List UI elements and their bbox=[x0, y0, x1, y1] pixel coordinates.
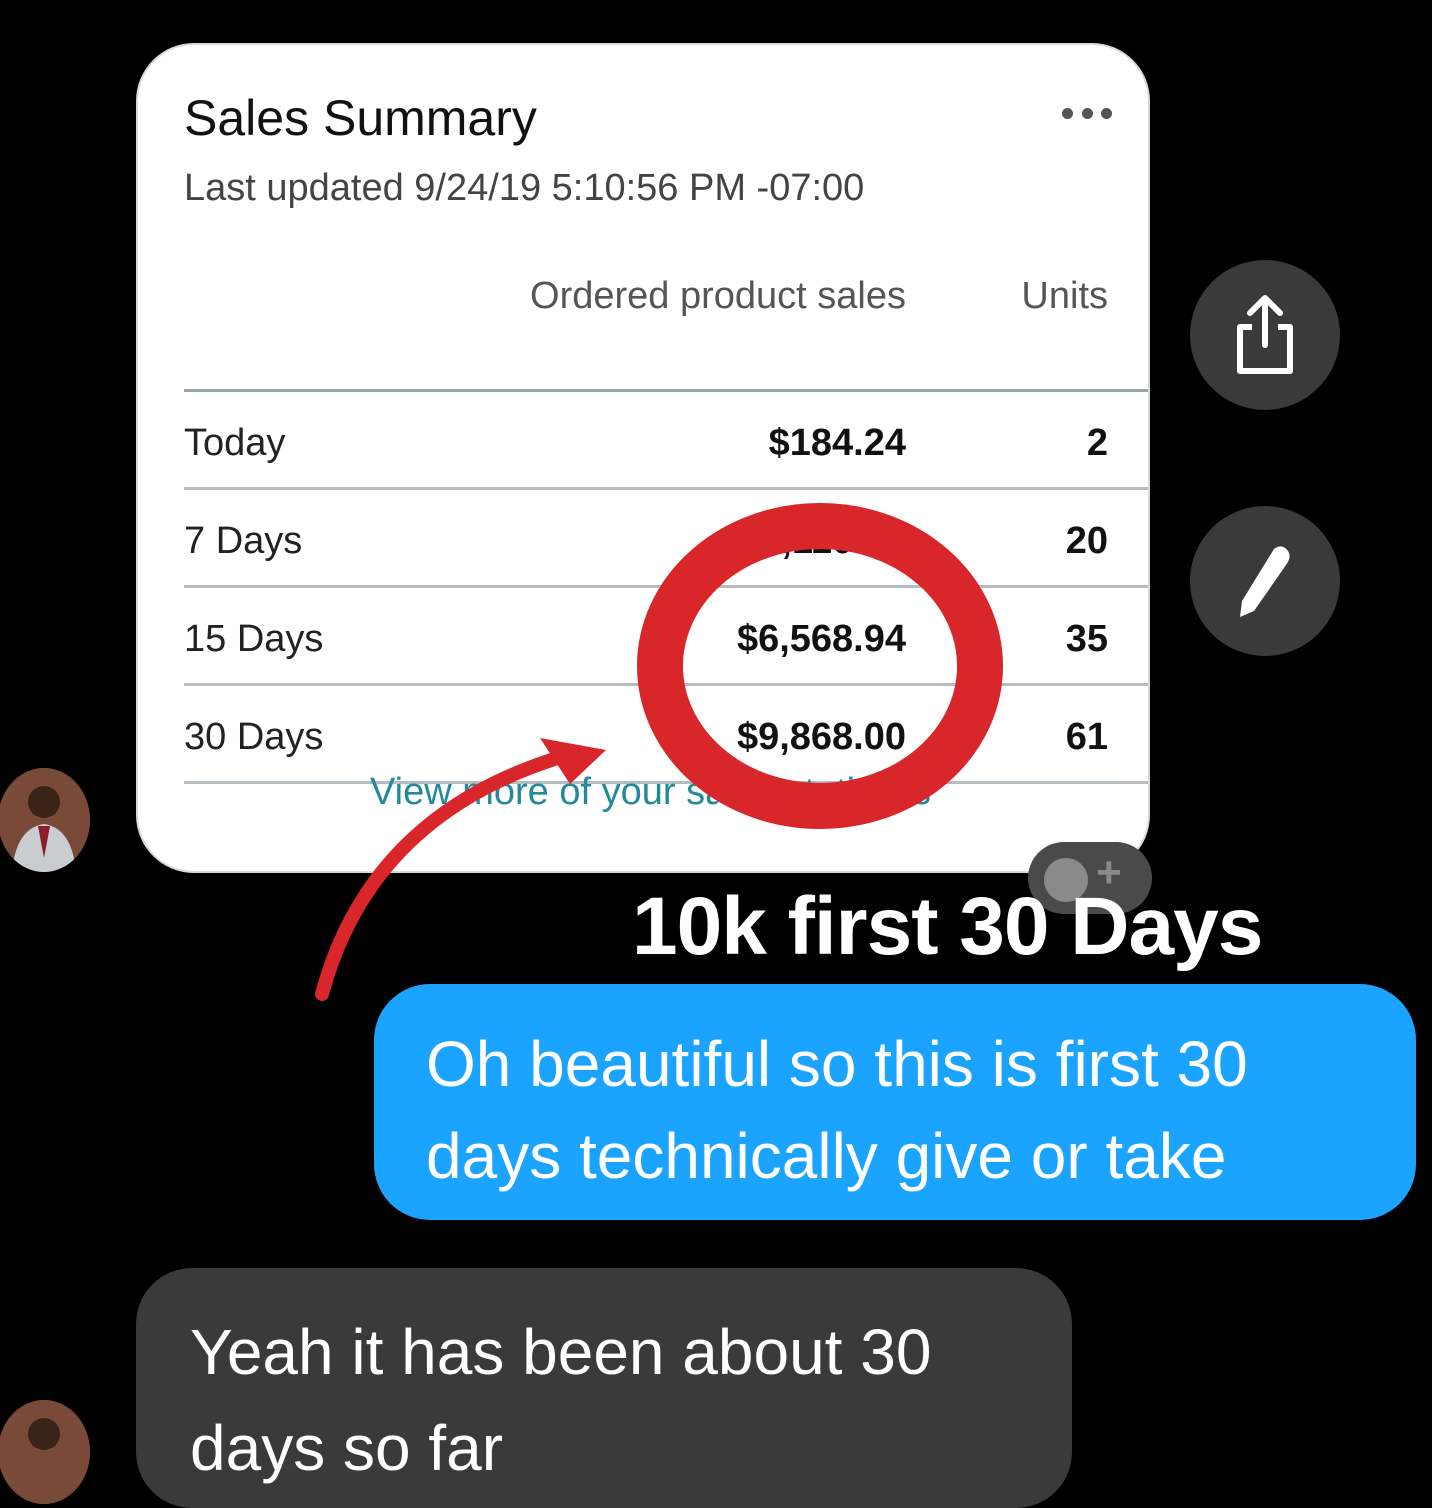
table-header: Ordered product sales Units bbox=[184, 273, 1148, 392]
annotation-caption: 10k first 30 Days bbox=[632, 881, 1263, 972]
pencil-icon bbox=[1240, 546, 1290, 617]
row-units: 35 bbox=[1065, 618, 1108, 660]
row-label: 7 Days bbox=[184, 520, 303, 562]
table-row: Today $184.24 2 bbox=[184, 392, 1148, 490]
view-sales-statistics-link[interactable]: View more of your sales statistics bbox=[370, 771, 931, 814]
card-title: Sales Summary bbox=[184, 90, 537, 146]
sales-table: Ordered product sales Units Today $184.2… bbox=[184, 273, 1148, 784]
row-label: Today bbox=[184, 422, 286, 464]
received-message-bubble[interactable]: Yeah it has been about 30 days so far bbox=[136, 1268, 1072, 1508]
row-units: 61 bbox=[1065, 716, 1108, 758]
row-sales: $184.24 bbox=[768, 422, 906, 464]
row-sales: $4,110.83 bbox=[739, 520, 906, 562]
row-sales: $6,568.94 bbox=[736, 618, 906, 660]
column-header-sales: Ordered product sales bbox=[530, 275, 906, 317]
more-horizontal-icon[interactable] bbox=[1062, 103, 1112, 123]
last-updated-text: Last updated 9/24/19 5:10:56 PM -07:00 bbox=[184, 167, 865, 209]
row-label: 30 Days bbox=[184, 716, 324, 758]
table-row: 30 Days $9,868.00 61 bbox=[184, 686, 1148, 784]
sent-message-bubble[interactable]: Oh beautiful so this is first 30 days te… bbox=[374, 984, 1416, 1220]
table-row: 7 Days $4,110.83 20 bbox=[184, 490, 1148, 588]
table-row: 15 Days $6,568.94 35 bbox=[184, 588, 1148, 686]
message-text: Oh beautiful so this is first 30 days te… bbox=[426, 1028, 1248, 1192]
share-icon bbox=[1237, 295, 1293, 374]
column-header-units: Units bbox=[1021, 275, 1108, 317]
avatar[interactable] bbox=[0, 1400, 90, 1504]
row-units: 2 bbox=[1086, 422, 1108, 464]
edit-button[interactable] bbox=[1190, 506, 1340, 656]
share-button[interactable] bbox=[1190, 260, 1340, 410]
sales-summary-card[interactable]: Sales Summary Last updated 9/24/19 5:10:… bbox=[138, 45, 1148, 871]
row-sales: $9,868.00 bbox=[736, 716, 906, 758]
row-label: 15 Days bbox=[184, 618, 324, 660]
row-units: 20 bbox=[1065, 520, 1108, 562]
avatar[interactable] bbox=[0, 768, 90, 872]
message-text: Yeah it has been about 30 days so far bbox=[190, 1316, 932, 1484]
